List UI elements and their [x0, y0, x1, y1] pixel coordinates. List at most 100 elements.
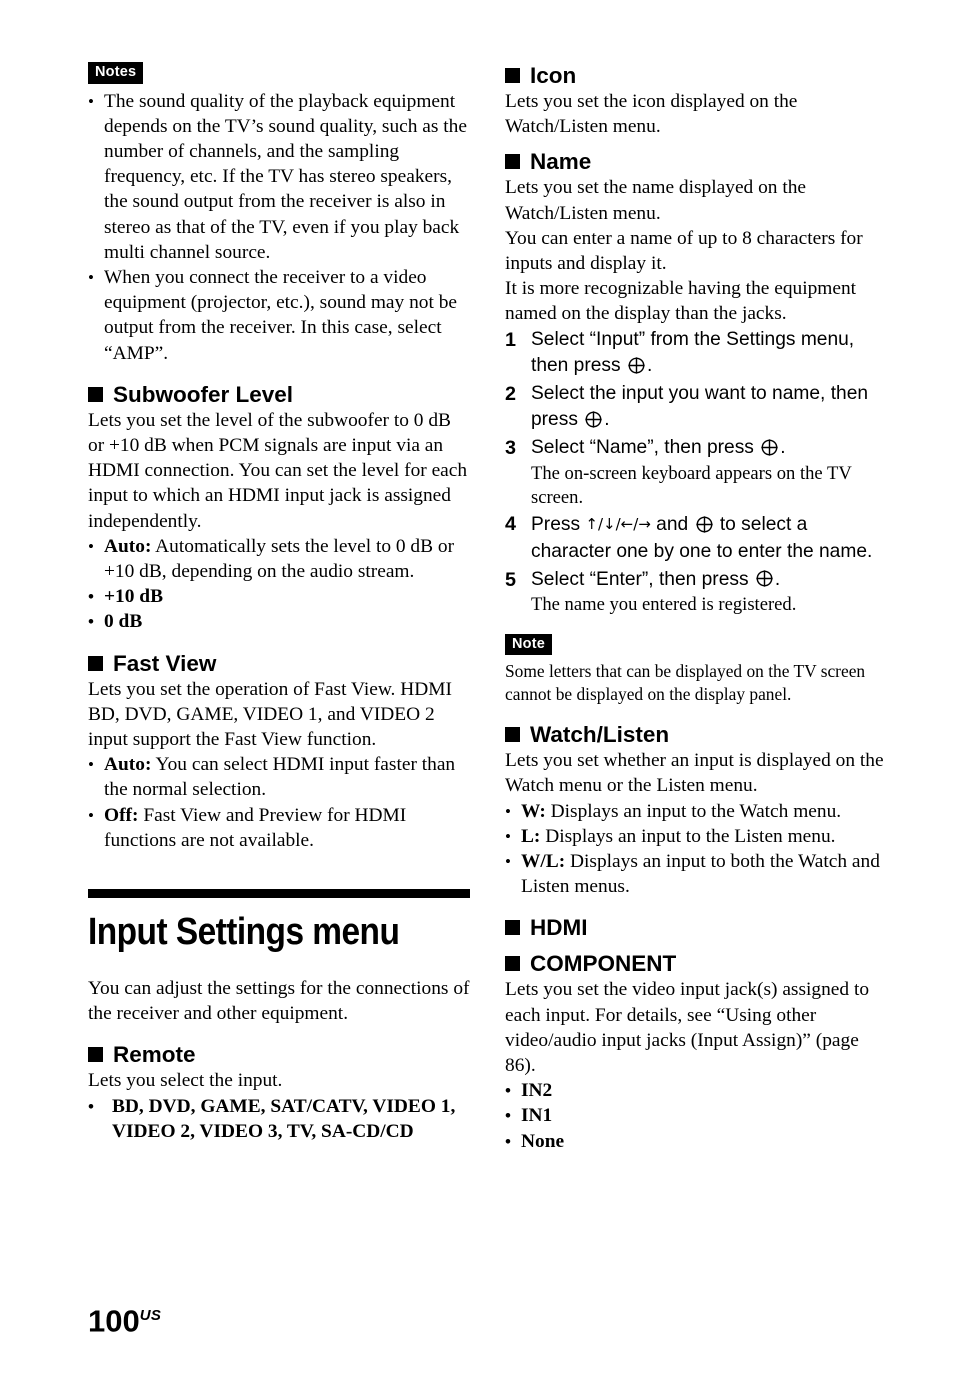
step-number: 2	[505, 382, 517, 405]
option-desc: You can select HDMI input faster than th…	[104, 754, 456, 801]
page-region-suffix: US	[139, 1307, 162, 1324]
square-bullet-icon	[505, 68, 520, 83]
square-bullet-icon	[505, 154, 520, 170]
option-term: +10 dB	[104, 586, 164, 608]
step-number: 1	[505, 328, 517, 351]
heading-text: Remote	[113, 1042, 196, 1068]
heading-subwoofer-level: Subwoofer Level	[88, 381, 470, 408]
fast-view-options: Auto: You can select HDMI input faster t…	[88, 752, 470, 853]
notes-label: Notes	[88, 62, 144, 84]
remote-options: BD, DVD, GAME, SAT/CATV, VIDEO 1, VIDEO …	[88, 1094, 470, 1144]
document-page: Notes The sound quality of the playback …	[0, 0, 954, 1373]
option-term: Auto:	[104, 535, 152, 557]
enter-button-icon	[584, 410, 603, 429]
step-item: 4 Press ↑/↓/←/→ and to select a character…	[505, 511, 887, 565]
note-item: The sound quality of the playback equipm…	[88, 89, 470, 265]
heading-text: COMPONENT	[530, 951, 677, 977]
step-item: 2 Select the input you want to name, then…	[505, 381, 887, 434]
option-term: W:	[521, 800, 546, 822]
heading-hdmi: HDMI	[505, 914, 887, 941]
square-bullet-icon	[88, 655, 103, 671]
option-item: W: Displays an input to the Watch menu.	[505, 799, 887, 824]
notes-label-wrap: Notes	[88, 62, 470, 84]
heading-remote: Remote	[88, 1041, 470, 1068]
right-column: Icon Lets you set the icon displayed on …	[505, 62, 887, 1154]
option-term: L:	[521, 825, 541, 847]
heading-fast-view: Fast View	[88, 650, 470, 677]
notes-list: The sound quality of the playback equipm…	[88, 89, 470, 366]
component-options: IN2 IN1 None	[505, 1078, 887, 1154]
option-item: Auto: Automatically sets the level to 0 …	[88, 534, 470, 584]
icon-body: Lets you set the icon displayed on the W…	[505, 91, 798, 138]
heading-text: Fast View	[113, 650, 217, 676]
fast-view-body: Lets you set the operation of Fast View.…	[88, 678, 452, 750]
subwoofer-level-body: Lets you set the level of the subwoofer …	[88, 409, 468, 532]
name-body-line: It is more recognizable having the equip…	[505, 278, 857, 325]
square-bullet-icon	[505, 727, 520, 743]
chapter-intro: You can adjust the settings for the conn…	[88, 977, 470, 1025]
square-bullet-icon	[505, 920, 520, 936]
note-body: Some letters that can be displayed on th…	[505, 661, 866, 705]
heading-text: HDMI	[530, 915, 588, 941]
option-term: W/L:	[521, 850, 566, 872]
heading-text: Icon	[530, 63, 577, 88]
option-item: W/L: Displays an input to both the Watch…	[505, 849, 887, 899]
step-item: 5 Select “Enter”, then press . The name y…	[505, 567, 887, 618]
heading-name: Name	[505, 148, 887, 175]
name-steps: 1 Select “Input” from the Settings menu, …	[505, 327, 887, 618]
step-item: 1 Select “Input” from the Settings menu, …	[505, 327, 887, 380]
page-number: 100US	[88, 1300, 161, 1336]
option-desc: Displays an input to the Watch menu.	[545, 800, 842, 822]
heading-component: COMPONENT	[505, 950, 887, 977]
watch-listen-options: W: Displays an input to the Watch menu. …	[505, 799, 887, 900]
watch-listen-body: Lets you set whether an input is display…	[505, 750, 884, 797]
option-desc: Fast View and Preview for HDMI functions…	[104, 804, 407, 851]
option-item: Off: Fast View and Preview for HDMI func…	[88, 803, 470, 853]
option-item: None	[505, 1129, 887, 1154]
step-number: 3	[505, 437, 517, 459]
step-text-tail: .	[780, 437, 786, 458]
option-item: +10 dB	[88, 584, 470, 609]
enter-button-icon	[627, 356, 646, 375]
option-desc: Automatically sets the level to 0 dB or …	[104, 535, 455, 582]
square-bullet-icon	[88, 1047, 103, 1063]
option-item: Auto: You can select HDMI input faster t…	[88, 752, 470, 802]
heading-watch-listen: Watch/Listen	[505, 721, 887, 748]
option-term: Off:	[104, 804, 139, 826]
remote-body: Lets you select the input.	[88, 1070, 283, 1092]
step-number: 5	[505, 568, 517, 591]
option-desc: Displays an input to both the Watch and …	[521, 850, 880, 898]
enter-button-icon	[755, 569, 774, 588]
note-label-wrap: Note	[505, 633, 887, 656]
enter-button-icon	[760, 438, 779, 457]
option-term: 0 dB	[104, 611, 143, 633]
square-bullet-icon	[505, 956, 520, 972]
heading-text: Name	[530, 149, 592, 175]
direction-arrows-icon: ↑/↓/←/→	[585, 515, 651, 534]
step-text: Select “Input” from the Settings menu, t…	[531, 328, 855, 377]
step-text: Select the input you want to name, then …	[531, 382, 869, 431]
name-body-line: Lets you set the name displayed on the W…	[505, 177, 807, 224]
option-desc: Displays an input to the Listen menu.	[540, 825, 836, 847]
step-text-tail: .	[646, 355, 653, 377]
heading-text: Subwoofer Level	[113, 381, 294, 407]
option-item: BD, DVD, GAME, SAT/CATV, VIDEO 1, VIDEO …	[88, 1094, 470, 1144]
option-item: 0 dB	[88, 609, 470, 634]
note-label: Note	[505, 633, 553, 656]
step-text-mid: and	[650, 514, 694, 536]
step-text-tail: .	[604, 409, 610, 431]
left-column: Notes The sound quality of the playback …	[88, 62, 470, 1144]
name-body-line: You can enter a name of up to 8 characte…	[505, 227, 863, 275]
step-subtext: The name you entered is registered.	[531, 594, 797, 616]
option-item: IN1	[505, 1103, 887, 1128]
option-item: L: Displays an input to the Listen menu.	[505, 824, 887, 849]
step-text: Press	[531, 514, 586, 536]
